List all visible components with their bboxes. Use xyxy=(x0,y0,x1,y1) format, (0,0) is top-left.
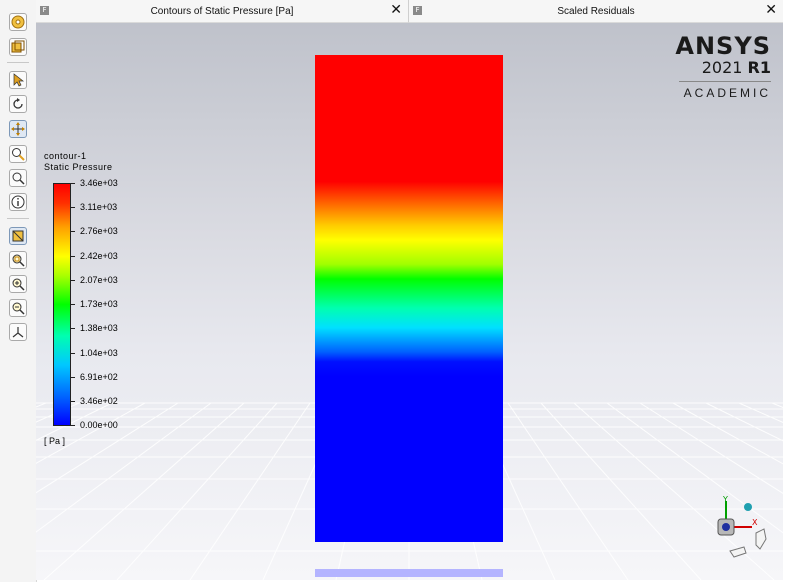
axes-icon[interactable] xyxy=(9,323,27,341)
graphics-viewport[interactable]: ANSYS 2021 R1 ACADEMIC contour-1 Static … xyxy=(36,23,783,580)
toolbar-separator xyxy=(7,62,29,63)
legend-tick-label: 1.73e+03 xyxy=(80,299,118,309)
legend-tick-mark xyxy=(71,401,75,402)
toolbar-separator xyxy=(7,218,29,219)
logo-version: 2021 R1 xyxy=(641,59,771,77)
legend-tick-mark xyxy=(71,207,75,208)
logo-divider xyxy=(679,81,771,82)
legend-tick-label: 1.04e+03 xyxy=(80,348,118,358)
legend-quantity: Static Pressure xyxy=(44,162,113,172)
legend-name: contour-1 xyxy=(44,151,87,161)
fit-icon[interactable] xyxy=(9,38,27,56)
legend-tick-label: 2.42e+03 xyxy=(80,251,118,261)
zoom-box-icon[interactable] xyxy=(9,169,27,187)
zoom-fit-icon[interactable] xyxy=(9,251,27,269)
legend-tick-mark xyxy=(71,328,75,329)
legend-tick-mark xyxy=(71,231,75,232)
legend-colorbar xyxy=(53,183,71,426)
legend-tick-mark xyxy=(71,280,75,281)
logo-version-year: 2021 xyxy=(701,58,743,77)
domain-bottom-strip xyxy=(315,569,503,577)
legend-unit: [ Pa ] xyxy=(44,436,66,446)
svg-text:X: X xyxy=(752,518,758,527)
svg-text:Y: Y xyxy=(722,495,728,504)
pressure-contour-domain xyxy=(315,55,503,542)
legend-tick-label: 3.46e+02 xyxy=(80,396,118,406)
legend-tick-mark xyxy=(71,425,75,426)
logo-edition: ACADEMIC xyxy=(683,86,771,100)
info-icon[interactable] xyxy=(9,193,27,211)
legend-tick-mark xyxy=(71,304,75,305)
orientation-triad-icon[interactable]: Y X xyxy=(704,495,780,567)
legend-tick-mark xyxy=(71,256,75,257)
logo-brand: ANSYS xyxy=(675,32,771,60)
tab-title: Scaled Residuals xyxy=(557,6,635,17)
legend-tick-mark xyxy=(71,353,75,354)
legend-tick-mark xyxy=(71,183,75,184)
legend-tick-label: 2.07e+03 xyxy=(80,275,118,285)
legend-tick-label: 3.11e+03 xyxy=(80,202,118,212)
pointer-icon[interactable] xyxy=(9,71,27,89)
tab-contours[interactable]: F Contours of Static Pressure [Pa] ✕ xyxy=(36,0,409,23)
legend-tick-label: 1.38e+03 xyxy=(80,323,118,333)
rotate-icon[interactable] xyxy=(9,95,27,113)
legend-tick-label: 3.46e+03 xyxy=(80,178,118,188)
zoom-out-icon[interactable] xyxy=(9,299,27,317)
close-icon[interactable]: ✕ xyxy=(390,3,402,17)
wheel-icon[interactable] xyxy=(9,13,27,31)
legend-tick-mark xyxy=(71,377,75,378)
close-icon[interactable]: ✕ xyxy=(765,3,777,17)
legend-tick-label: 6.91e+02 xyxy=(80,372,118,382)
legend-tick-label: 2.76e+03 xyxy=(80,226,118,236)
pan-icon[interactable] xyxy=(9,120,27,138)
ansys-logo: ANSYS 2021 R1 ACADEMIC xyxy=(641,33,771,100)
cut-icon[interactable] xyxy=(9,227,27,245)
zoom-icon[interactable] xyxy=(9,145,27,163)
tab-title: Contours of Static Pressure [Pa] xyxy=(150,6,294,17)
graphics-toolbar xyxy=(0,0,37,582)
zoom-in-icon[interactable] xyxy=(9,275,27,293)
logo-release: R1 xyxy=(747,58,771,77)
tab-scaled-residuals[interactable]: F Scaled Residuals ✕ xyxy=(409,0,783,23)
legend-tick-label: 0.00e+00 xyxy=(80,420,118,430)
